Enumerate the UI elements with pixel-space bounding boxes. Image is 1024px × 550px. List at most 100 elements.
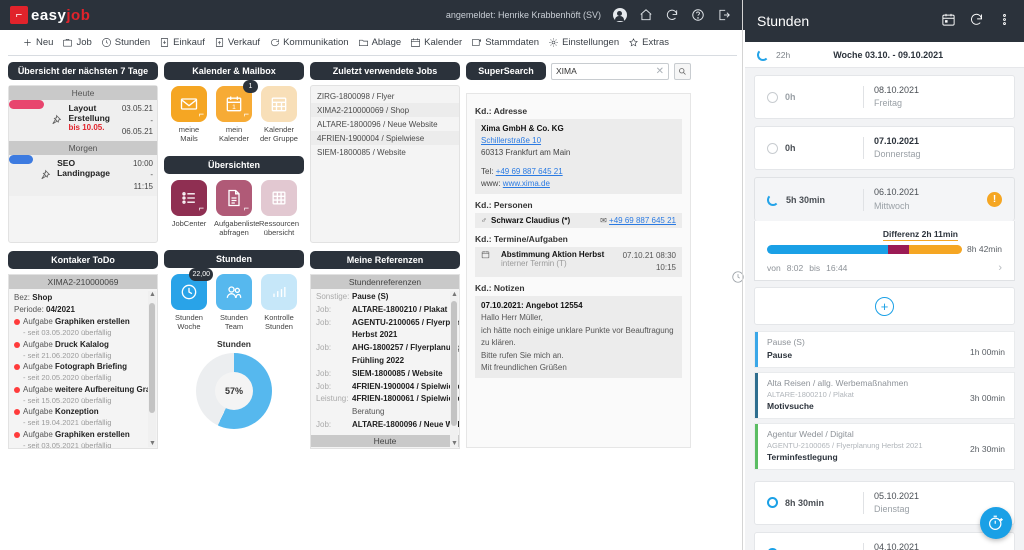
calendar-icon[interactable]: [941, 12, 956, 30]
recent-job-item[interactable]: 4FRIEN-1900004 / Spielwiese: [311, 131, 459, 145]
plus-icon[interactable]: +: [875, 296, 894, 316]
tile-stunden-woche[interactable]: 22,00 Stunden Woche: [169, 267, 213, 332]
todo-item[interactable]: Aufgabe Graphiken erstellen: [14, 429, 152, 441]
menu-item-extras[interactable]: Extras: [628, 37, 669, 48]
time-entry[interactable]: Pause (S) Pause 1h 00min: [754, 331, 1015, 368]
menu-item-stunden[interactable]: Stunden: [101, 37, 150, 48]
scroll-up-icon[interactable]: ▲: [451, 291, 458, 298]
menu-item-kommunikation[interactable]: Kommunikation: [269, 37, 349, 48]
donut-chart-ring: 57%: [196, 353, 272, 430]
menu-item-einkauf[interactable]: Einkauf: [159, 37, 205, 48]
time-entry[interactable]: Alta Reisen / allg. Werbemaßnahmen ALTAR…: [754, 371, 1015, 419]
day-card[interactable]: 0h 08.10.2021 Freitag: [754, 75, 1015, 119]
reference-row[interactable]: Job: AHG-1800257 / Flyerplanung: [311, 342, 459, 355]
day-card[interactable]: 8h 30min 05.10.2021 Dienstag: [754, 480, 1015, 525]
recent-job-item[interactable]: XIMA2-210000069 / Shop: [311, 103, 459, 117]
progress-arc-icon: [767, 193, 779, 206]
reference-row[interactable]: Job:AGENTU-2100065 / Flyerplanung: [311, 317, 459, 330]
document-icon: ⌐: [216, 179, 252, 216]
pin-icon[interactable]: [33, 155, 55, 196]
reference-row-cont: Herbst 2021: [352, 330, 398, 340]
scroll-up-icon[interactable]: ▲: [149, 291, 156, 298]
result-person-row[interactable]: ♂ Schwarz Claudius (*) ✉ +49 69 887 645 …: [475, 213, 682, 228]
refresh-icon[interactable]: [969, 12, 984, 30]
star-icon: [629, 38, 638, 47]
event-dash: -: [150, 170, 153, 180]
menu-item-kalender[interactable]: Kalender: [410, 37, 462, 48]
tile-jobcenter[interactable]: ⌐ JobCenter: [169, 179, 209, 238]
home-icon[interactable]: [638, 8, 653, 23]
todo-item[interactable]: Aufgabe Konzeption: [14, 406, 152, 418]
warning-badge-icon[interactable]: !: [987, 192, 1002, 207]
tel-link[interactable]: +49 69 887 645 21: [496, 167, 563, 176]
avatar-icon[interactable]: [612, 8, 627, 23]
tile-stunden-team[interactable]: Stunden Team: [214, 273, 254, 332]
scroll-thumb[interactable]: [149, 303, 155, 413]
start-timer-fab[interactable]: [980, 507, 1012, 539]
todo-item[interactable]: Aufgabe weitere Aufbereitung Graf: [14, 384, 153, 396]
day-card-selected[interactable]: 5h 30min 06.10.2021 Mittwoch !: [754, 177, 1015, 221]
person-phone-link[interactable]: +49 69 887 645 21: [609, 216, 676, 225]
reference-row[interactable]: Leistung: 4FRIEN-1800061 / Spielwiese: [311, 393, 459, 406]
tile-ressourcen[interactable]: Ressourcen übersicht: [259, 179, 299, 238]
logout-icon[interactable]: [716, 8, 731, 23]
menu-item-neu[interactable]: Neu: [22, 37, 53, 48]
tile-corner-marker: ⌐: [198, 109, 204, 119]
menu-item-ablage[interactable]: Ablage: [358, 37, 401, 48]
result-address-card[interactable]: Xima GmbH & Co. KG Schillerstraße 10 603…: [475, 119, 682, 194]
result-note-card[interactable]: 07.10.2021: Angebot 12554 Hallo Herr Mül…: [475, 296, 682, 379]
reference-row[interactable]: Job: ALTARE-1800096 / Neue Websit: [311, 419, 459, 432]
menu-item-verkauf[interactable]: Verkauf: [214, 37, 260, 48]
menu-item-stammdaten[interactable]: Stammdaten: [471, 37, 539, 48]
menu-item-job[interactable]: Job: [62, 37, 92, 48]
scroll-thumb[interactable]: [451, 301, 457, 426]
tile-aufgabenliste[interactable]: ⌐ Aufgabenliste abfragen: [214, 179, 259, 238]
recent-job-item[interactable]: ALTARE-1800096 / Neue Website: [311, 117, 459, 131]
scroll-down-icon[interactable]: ▼: [149, 440, 156, 447]
recent-job-item[interactable]: ZIRG-1800098 / Flyer: [311, 89, 459, 103]
stunden-donut-chart: Stunden 57%: [164, 335, 304, 439]
reference-row[interactable]: Job: SIEM-1800085 / Website: [311, 368, 459, 381]
street-link[interactable]: Schillerstraße 10: [481, 136, 541, 145]
mobile-stunden-pane: Stunden 22h Woche 03.10. - 09.10.2021 0h…: [745, 0, 1024, 550]
event-from: 03.05.21: [121, 104, 153, 113]
search-input[interactable]: XIMA ✕: [551, 62, 669, 80]
tile-mein-kalender[interactable]: 1 1 ⌐ mein Kalender: [214, 80, 258, 144]
result-task-row[interactable]: Abstimmung Aktion Herbst interner Termin…: [475, 247, 682, 277]
speech-bubble-icon: [271, 39, 280, 47]
help-icon[interactable]: [690, 8, 705, 23]
reference-row[interactable]: Job: ALTARE-1800210 / Plakat: [311, 304, 459, 317]
todo-due: - seit 21.06.2020 überfällig: [23, 350, 112, 360]
overview-event[interactable]: Layout Erstellung bis 10.05. 03.05.21 - …: [9, 100, 157, 141]
more-vertical-icon[interactable]: [997, 12, 1012, 30]
day-weekday: Mittwoch: [874, 200, 910, 211]
tile-kontrolle-stunden[interactable]: Kontrolle Stunden: [259, 273, 299, 332]
tile-meine-mails[interactable]: ⌐ meine Mails: [169, 86, 209, 144]
von-bis-row[interactable]: von 8:02 bis 16:44 ›: [767, 262, 1002, 274]
todo-item[interactable]: Aufgabe Fotograph Briefing: [14, 361, 152, 373]
note-title: 07.10.2021: Angebot 12554: [481, 301, 583, 310]
time-entry[interactable]: Agentur Wedel / Digital AGENTU-2100065 /…: [754, 422, 1015, 470]
referenzen-scrollbar[interactable]: ▲ ▼: [450, 291, 458, 447]
todo-item[interactable]: Aufgabe Druck Kalalog: [14, 339, 152, 351]
todo-scrollbar[interactable]: ▲ ▼: [148, 291, 156, 447]
clear-icon[interactable]: ✕: [656, 66, 664, 77]
add-entry-card[interactable]: +: [754, 287, 1015, 325]
chevron-right-icon[interactable]: ›: [998, 262, 1002, 274]
day-card[interactable]: 0h 07.10.2021 Donnerstag: [754, 126, 1015, 170]
mobile-title: Stunden: [757, 13, 810, 29]
day-hours-group: 0h: [767, 91, 863, 103]
menu-item-einstellungen[interactable]: Einstellungen: [548, 37, 619, 48]
recent-job-item[interactable]: SIEM-1800085 / Website: [311, 145, 459, 159]
refresh-icon[interactable]: [664, 8, 679, 23]
search-button[interactable]: [674, 62, 691, 80]
scroll-down-icon[interactable]: ▼: [451, 440, 458, 447]
reference-row[interactable]: Sonstige: Pause (S): [311, 291, 459, 304]
day-card[interactable]: 8h 04.10.2021 Montag: [754, 531, 1015, 550]
reference-row[interactable]: Job: 4FRIEN-1900004 / Spielwiese: [311, 381, 459, 394]
overview-event[interactable]: SEO Landingpage 10:00 - 11:15: [9, 154, 157, 196]
tile-kalender-gruppe[interactable]: Kalender der Gruppe: [259, 86, 299, 144]
website-link[interactable]: www.xima.de: [503, 179, 550, 188]
pin-icon[interactable]: [44, 100, 66, 141]
todo-item[interactable]: Aufgabe Graphiken erstellen: [14, 316, 152, 328]
